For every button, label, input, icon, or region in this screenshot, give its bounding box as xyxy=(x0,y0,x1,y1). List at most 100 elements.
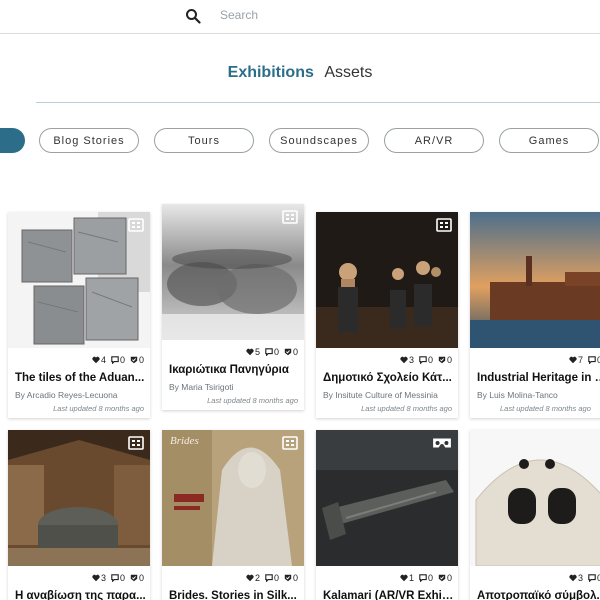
card-author: By Luis Molina-Tanco xyxy=(477,390,558,400)
exhibition-card[interactable]: 3 0 Αποτροπαϊκό σύμβολ... xyxy=(470,430,600,600)
category-pill-soundscapes[interactable]: Soundscapes xyxy=(269,128,369,153)
tabs-divider xyxy=(36,102,600,103)
card-updated: Last updated 8 months ago xyxy=(500,404,591,413)
comment-icon[interactable] xyxy=(419,574,427,582)
card-author: By Maria Tsirigoti xyxy=(169,382,234,392)
comment-icon[interactable] xyxy=(588,574,596,582)
exhibition-type-icon xyxy=(282,436,298,450)
card-updated: Last updated 8 months ago xyxy=(53,404,144,413)
vr-headset-icon xyxy=(432,436,452,450)
category-pill-blog-stories[interactable]: Blog Stories xyxy=(39,128,139,153)
like-count: 3 xyxy=(577,573,583,583)
card-title[interactable]: Kalamari (AR/VR Exhib... xyxy=(323,590,457,600)
comment-icon[interactable] xyxy=(265,348,273,356)
card-title[interactable]: Δημοτικό Σχολείο Κάτ... xyxy=(323,372,457,384)
exhibition-card[interactable]: 3 0 0 Δημοτικό Σχολείο Κάτ... By Insitut… xyxy=(316,212,458,418)
like-count: 4 xyxy=(100,355,106,365)
like-count: 3 xyxy=(100,573,106,583)
card-image xyxy=(8,212,150,348)
comment-count: 0 xyxy=(273,347,279,357)
card-updated: Last updated 8 months ago xyxy=(361,404,452,413)
card-title[interactable]: Industrial Heritage in B... xyxy=(477,372,600,384)
card-image xyxy=(470,212,600,348)
card-image xyxy=(316,430,458,566)
comment-count: 0 xyxy=(427,355,433,365)
exhibition-card[interactable]: 5 0 0 Ικαριώτικα Πανηγύρια By Maria Tsir… xyxy=(162,204,304,410)
search-icon[interactable] xyxy=(185,8,201,24)
heart-icon[interactable] xyxy=(92,356,100,364)
search-input[interactable] xyxy=(220,5,580,25)
comment-icon[interactable] xyxy=(588,356,596,364)
exhibition-card[interactable]: Brides 2 0 0 Brides. Stories in Silk... xyxy=(162,430,304,600)
category-pill-ar-vr[interactable]: AR/VR xyxy=(384,128,484,153)
exhibition-card[interactable]: 4 0 0 The tiles of the Aduan... By Arcad… xyxy=(8,212,150,418)
check-badge-icon[interactable] xyxy=(284,348,292,356)
like-count: 2 xyxy=(254,573,260,583)
comment-icon[interactable] xyxy=(265,574,273,582)
heart-icon[interactable] xyxy=(246,574,254,582)
exhibition-type-icon xyxy=(128,436,144,450)
category-pill-games[interactable]: Games xyxy=(499,128,599,153)
like-count: 7 xyxy=(577,355,583,365)
card-image: Brides xyxy=(162,430,304,566)
card-author: By Arcadio Reyes-Lecuona xyxy=(15,390,118,400)
card-stats: 2 0 0 xyxy=(246,573,298,583)
comment-count: 0 xyxy=(119,355,125,365)
exhibition-card[interactable]: 7 0 Industrial Heritage in B... By Luis … xyxy=(470,212,600,418)
card-image-caption: Brides xyxy=(170,435,199,447)
card-stats: 3 0 0 xyxy=(92,573,144,583)
comment-count: 0 xyxy=(427,573,433,583)
exhibition-card[interactable]: 1 0 0 Kalamari (AR/VR Exhib... xyxy=(316,430,458,600)
check-count: 0 xyxy=(138,355,144,365)
card-stats: 4 0 0 xyxy=(92,355,144,365)
check-badge-icon[interactable] xyxy=(438,574,446,582)
card-stats: 5 0 0 xyxy=(246,347,298,357)
card-title[interactable]: Η αναβίωση της παρα... xyxy=(15,590,149,600)
card-stats: 3 0 xyxy=(569,573,600,583)
like-count: 5 xyxy=(254,347,260,357)
comment-icon[interactable] xyxy=(111,356,119,364)
category-pill-selected[interactable] xyxy=(0,128,25,153)
exhibition-type-icon xyxy=(128,218,144,232)
tab-assets[interactable]: Assets xyxy=(324,64,372,82)
heart-icon[interactable] xyxy=(246,348,254,356)
like-count: 1 xyxy=(408,573,414,583)
check-badge-icon[interactable] xyxy=(130,356,138,364)
card-stats: 3 0 0 xyxy=(400,355,452,365)
heart-icon[interactable] xyxy=(400,574,408,582)
card-image xyxy=(8,430,150,566)
comment-icon[interactable] xyxy=(111,574,119,582)
exhibition-type-icon xyxy=(282,210,298,224)
heart-icon[interactable] xyxy=(569,356,577,364)
heart-icon[interactable] xyxy=(569,574,577,582)
comment-count: 0 xyxy=(273,573,279,583)
card-stats: 7 0 xyxy=(569,355,600,365)
card-image xyxy=(470,430,600,566)
check-badge-icon[interactable] xyxy=(284,574,292,582)
top-tabs: Exhibitions Assets xyxy=(0,64,600,82)
check-count: 0 xyxy=(446,573,452,583)
comment-icon[interactable] xyxy=(419,356,427,364)
heart-icon[interactable] xyxy=(400,356,408,364)
check-count: 0 xyxy=(292,573,298,583)
exhibition-type-icon xyxy=(436,218,452,232)
card-title[interactable]: The tiles of the Aduan... xyxy=(15,372,149,384)
exhibition-card[interactable]: 3 0 0 Η αναβίωση της παρα... xyxy=(8,430,150,600)
check-count: 0 xyxy=(292,347,298,357)
check-badge-icon[interactable] xyxy=(438,356,446,364)
check-badge-icon[interactable] xyxy=(130,574,138,582)
tab-exhibitions[interactable]: Exhibitions xyxy=(228,64,314,82)
card-title[interactable]: Αποτροπαϊκό σύμβολ... xyxy=(477,590,600,600)
heart-icon[interactable] xyxy=(92,574,100,582)
check-count: 0 xyxy=(138,573,144,583)
card-author: By Insitute Culture of Messinia xyxy=(323,390,438,400)
search-bar xyxy=(0,0,600,34)
check-count: 0 xyxy=(446,355,452,365)
card-image xyxy=(162,204,304,340)
comment-count: 0 xyxy=(119,573,125,583)
like-count: 3 xyxy=(408,355,414,365)
card-title[interactable]: Ικαριώτικα Πανηγύρια xyxy=(169,364,303,376)
card-stats: 1 0 0 xyxy=(400,573,452,583)
category-pill-tours[interactable]: Tours xyxy=(154,128,254,153)
card-title[interactable]: Brides. Stories in Silk... xyxy=(169,590,303,600)
